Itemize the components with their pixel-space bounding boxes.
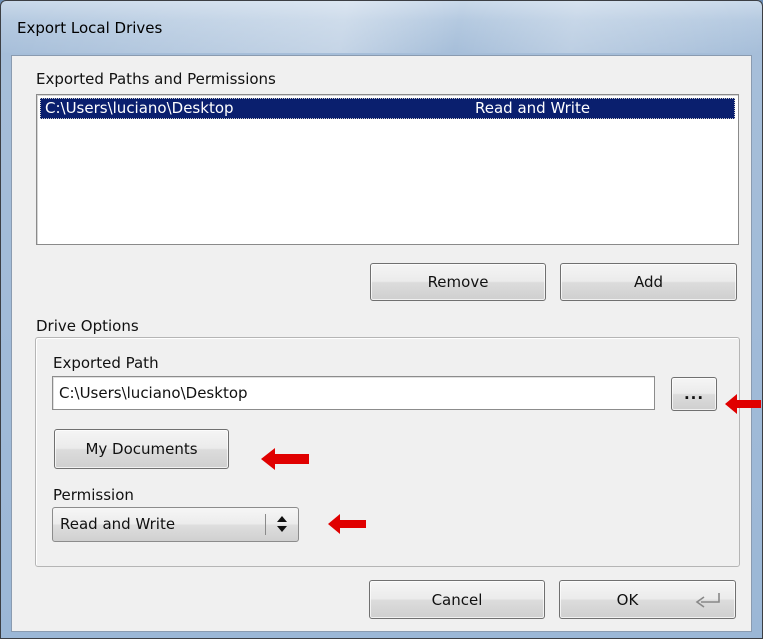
dialog-window: Export Local Drives Exported Paths and P… bbox=[0, 0, 763, 639]
ok-label: OK bbox=[616, 590, 639, 609]
cancel-button[interactable]: Cancel bbox=[369, 580, 545, 619]
exported-path-label: Exported Path bbox=[53, 354, 159, 372]
enter-key-icon bbox=[695, 593, 720, 608]
exported-path-input[interactable]: C:\Users\luciano\Desktop bbox=[52, 376, 655, 410]
red-arrow-icon bbox=[261, 448, 309, 470]
remove-button[interactable]: Remove bbox=[370, 263, 546, 301]
exported-section-label: Exported Paths and Permissions bbox=[36, 70, 276, 88]
ok-button[interactable]: OK bbox=[559, 580, 736, 619]
red-arrow-icon bbox=[328, 514, 366, 534]
list-item[interactable]: C:\Users\luciano\Desktop Read and Write bbox=[40, 98, 735, 119]
exported-path-value: C:\Users\luciano\Desktop bbox=[59, 384, 248, 402]
permission-select[interactable]: Read and Write bbox=[52, 507, 299, 542]
my-documents-button[interactable]: My Documents bbox=[54, 429, 229, 469]
add-button[interactable]: Add bbox=[560, 263, 737, 301]
select-separator bbox=[265, 514, 266, 535]
window-title: Export Local Drives bbox=[17, 19, 163, 37]
list-item-path: C:\Users\luciano\Desktop bbox=[45, 99, 234, 117]
browse-button[interactable]: ... bbox=[671, 377, 717, 411]
red-arrow-icon bbox=[725, 394, 761, 414]
permission-select-value: Read and Write bbox=[60, 515, 176, 533]
permission-label: Permission bbox=[53, 486, 134, 504]
list-item-permission: Read and Write bbox=[475, 99, 591, 117]
drive-options-label: Drive Options bbox=[36, 317, 139, 335]
updown-arrows-icon bbox=[277, 516, 287, 532]
exported-paths-list[interactable]: C:\Users\luciano\Desktop Read and Write bbox=[36, 94, 739, 245]
